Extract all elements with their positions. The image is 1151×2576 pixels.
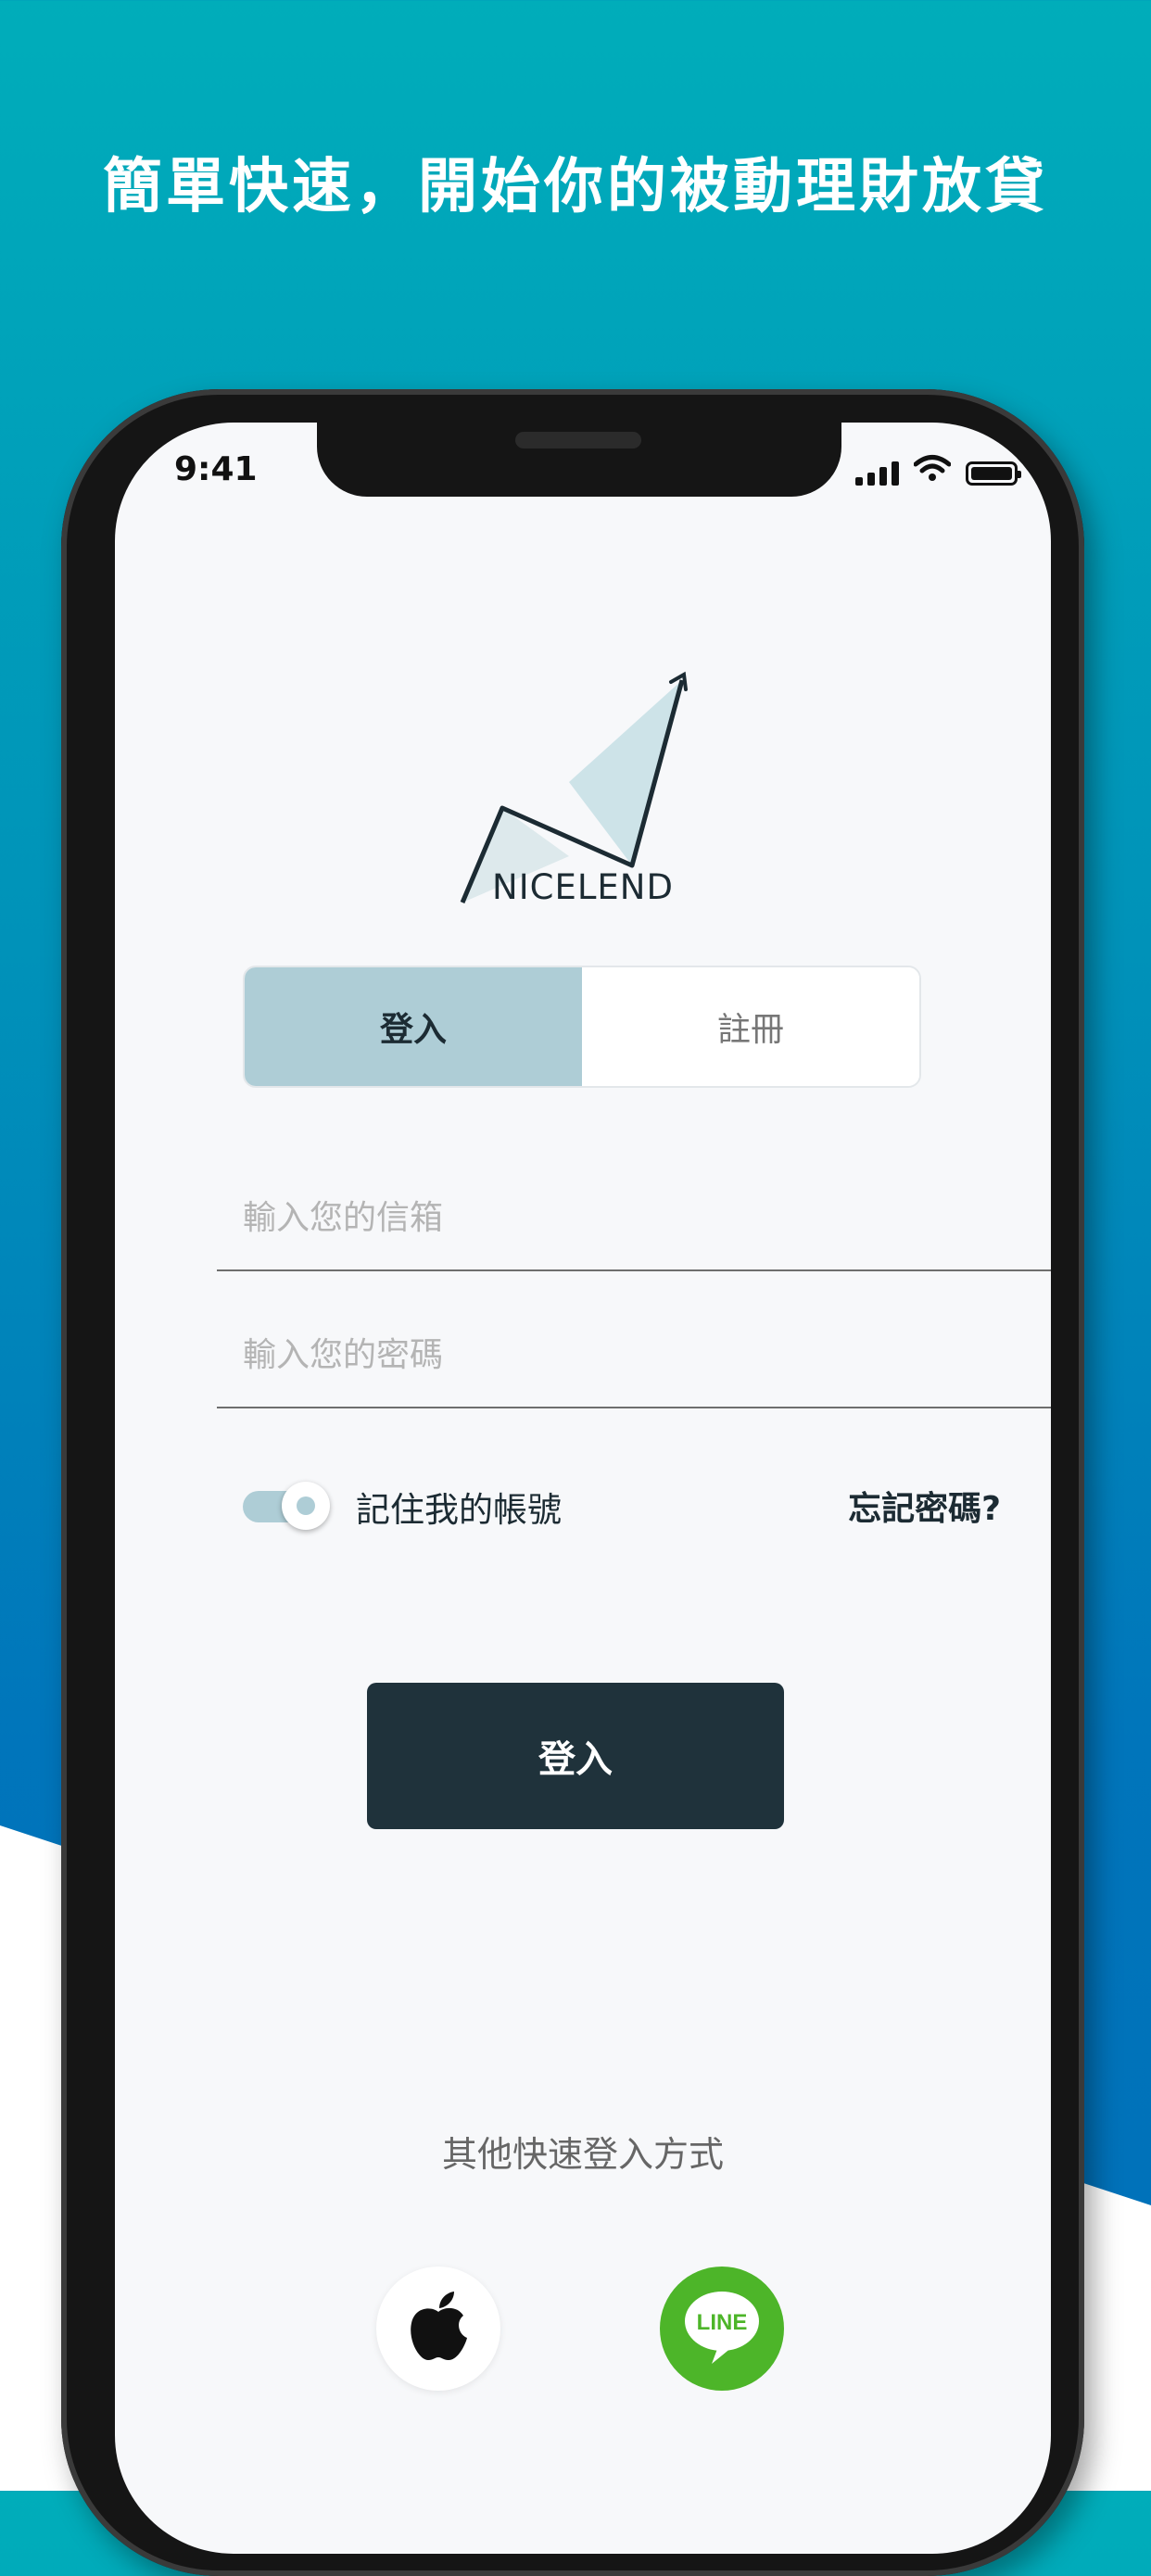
toggle-knob (282, 1482, 330, 1530)
speaker-grille (515, 432, 641, 448)
status-time: 9:41 (174, 450, 258, 488)
email-field[interactable] (217, 1181, 1051, 1237)
other-login-label: 其他快速登入方式 (441, 2134, 724, 2175)
wifi-icon (913, 454, 952, 486)
login-button[interactable]: 登入 (367, 1683, 784, 1829)
password-field-wrapper (217, 1318, 1051, 1408)
phone-screen: 9:41 NICELEND 登入 註冊 輸入您的信箱 記住我的帳號 忘記密碼? … (115, 423, 1051, 2554)
line-icon-text: LINE (697, 2310, 748, 2335)
remember-row: 記住我的帳號 (243, 1482, 562, 1532)
password-field[interactable] (217, 1318, 1051, 1374)
remember-label: 記住我的帳號 (356, 1490, 562, 1530)
auth-tabs: 登入 註冊 (243, 966, 921, 1088)
battery-icon (966, 461, 1021, 486)
signal-icon (851, 460, 899, 486)
tab-login[interactable]: 登入 (245, 967, 582, 1086)
brand-name: NICELEND (492, 867, 674, 907)
phone-notch (317, 423, 841, 497)
tab-register[interactable]: 註冊 (582, 967, 919, 1086)
line-icon: LINE (680, 2288, 764, 2369)
apple-icon (406, 2290, 471, 2368)
email-field-wrapper (217, 1181, 1051, 1271)
status-icons (851, 454, 1021, 486)
line-login-button[interactable]: LINE (660, 2267, 784, 2391)
forgot-password-link[interactable]: 忘記密碼? (848, 1482, 1001, 1530)
remember-toggle[interactable] (243, 1482, 330, 1530)
apple-login-button[interactable] (376, 2267, 500, 2391)
promo-headline: 簡單快速，開始你的被動理財放貸 (103, 153, 1048, 221)
